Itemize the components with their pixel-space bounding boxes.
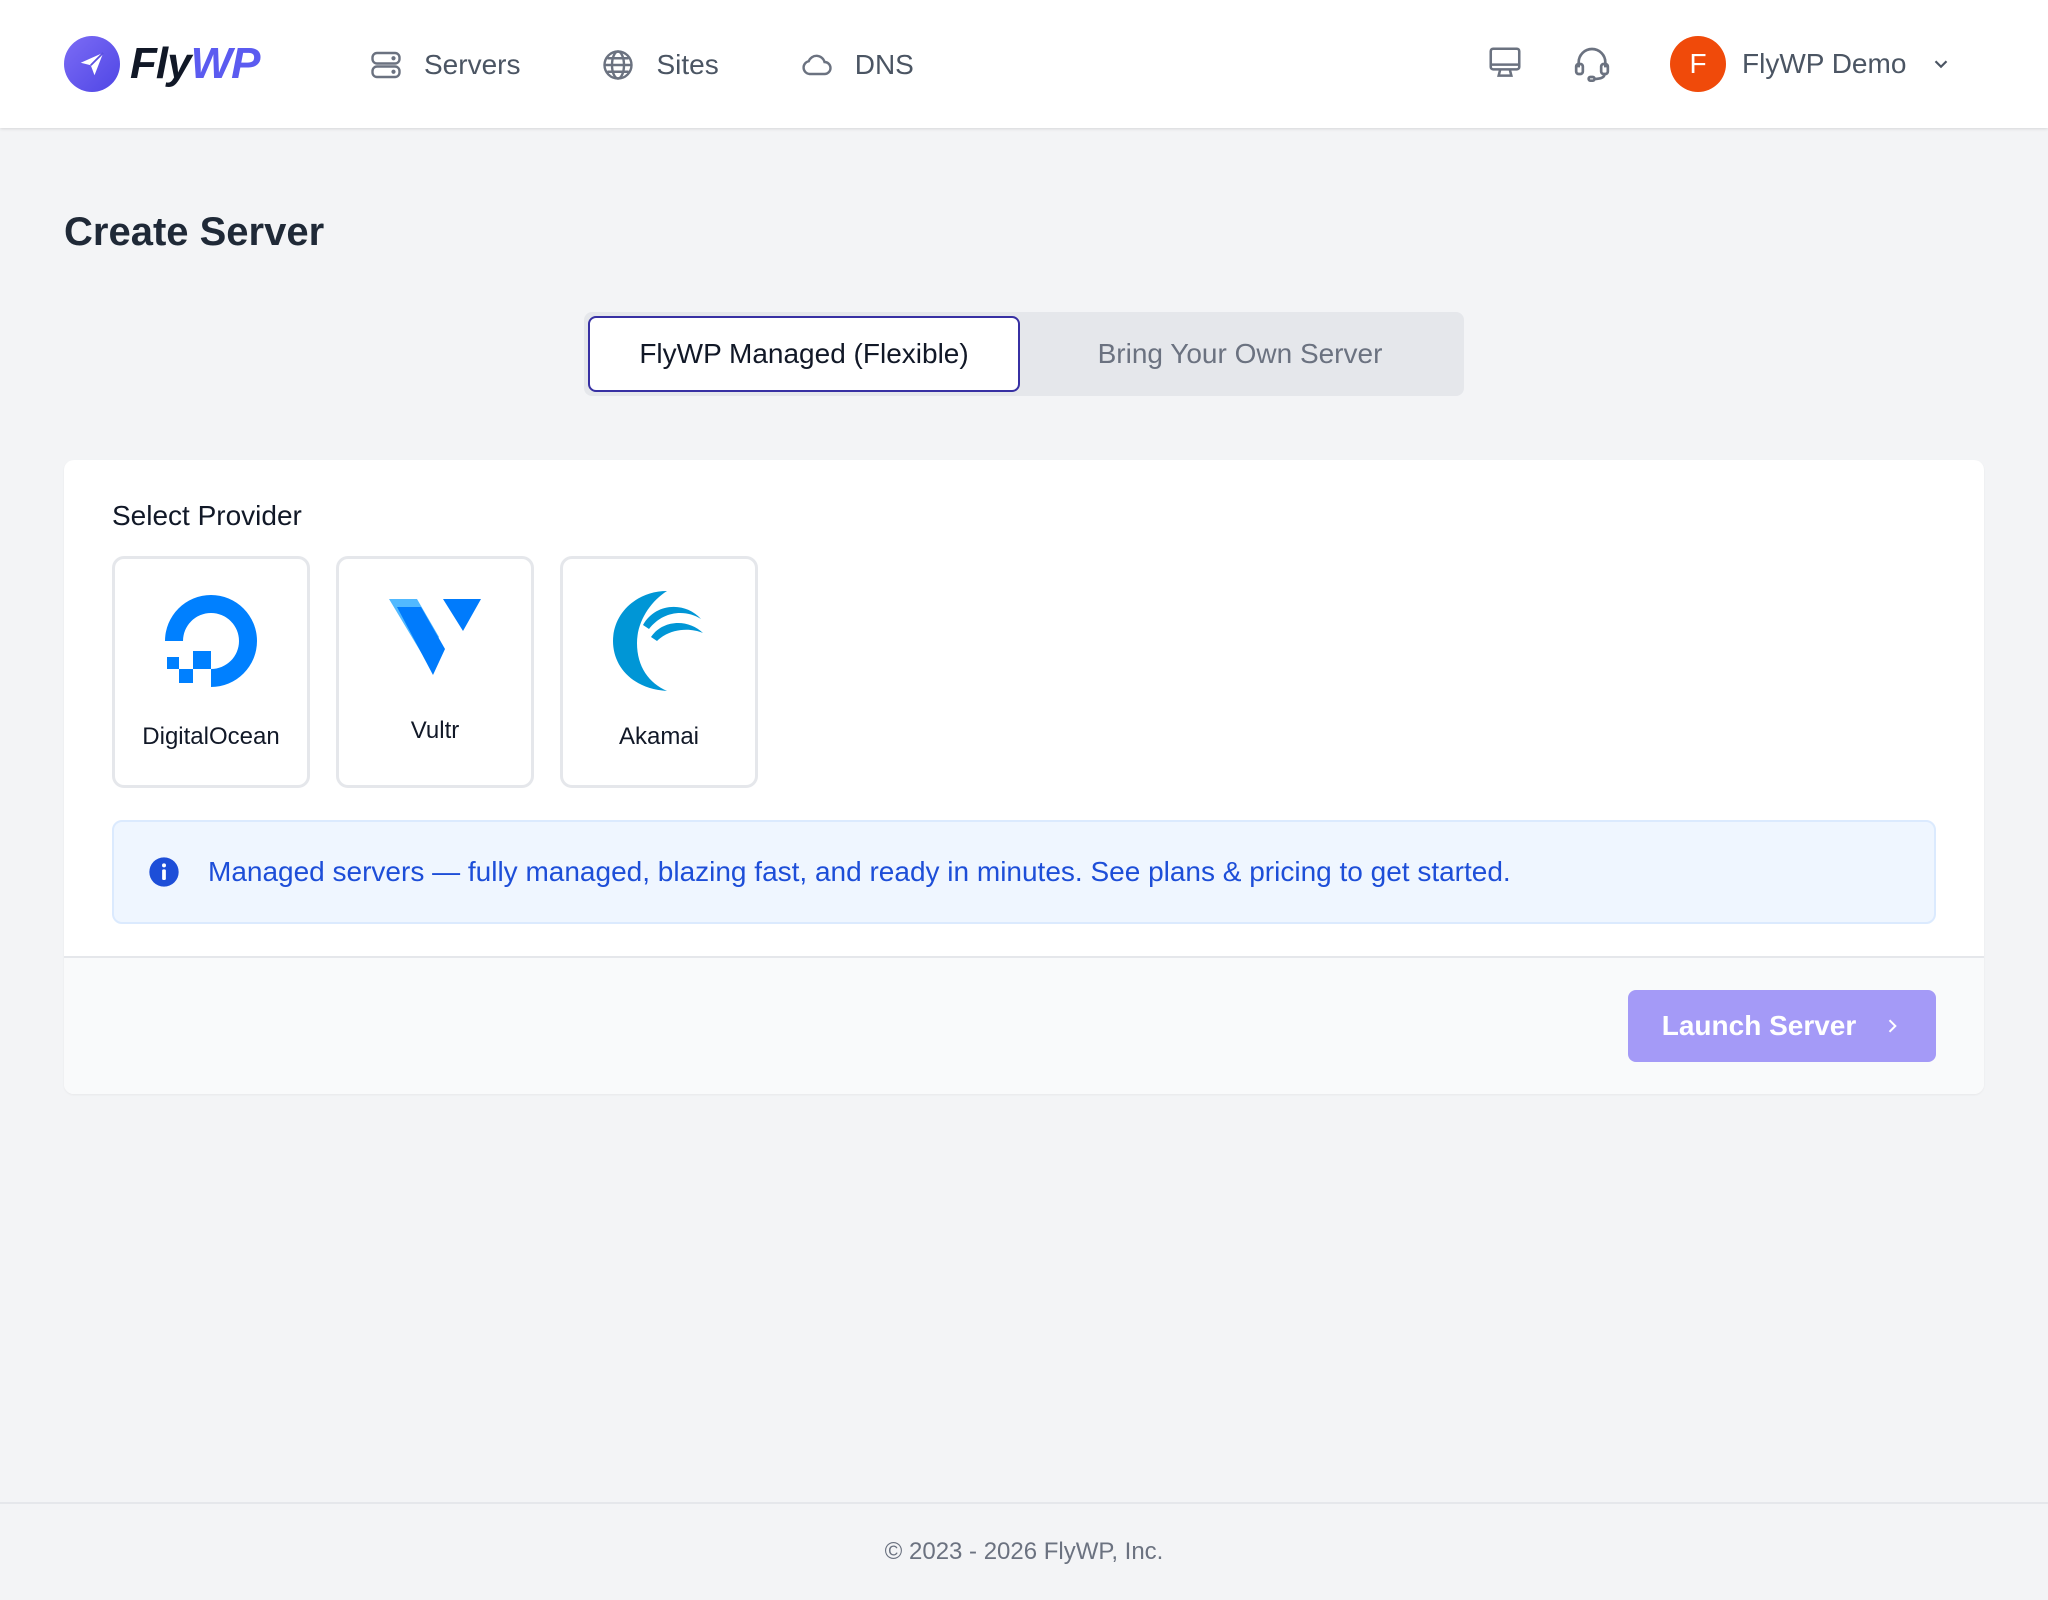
nav-label: Servers [424, 49, 521, 80]
avatar: F [1670, 36, 1726, 92]
provider-akamai[interactable]: Akamai [560, 556, 758, 788]
vultr-logo [339, 593, 531, 683]
nav-label: Sites [656, 49, 719, 80]
launch-server-button[interactable]: Launch Server [1628, 990, 1936, 1062]
launch-server-label: Launch Server [1661, 1010, 1857, 1041]
user-name: FlyWP Demo [1742, 48, 1907, 79]
provider-digitalocean[interactable]: DigitalOcean [112, 556, 310, 788]
chevron-right-icon [1889, 1019, 1898, 1033]
page-title: Create Server [64, 210, 325, 254]
tab-bring-your-own-server[interactable]: Bring Your Own Server [1020, 316, 1460, 392]
paper-plane-icon [64, 36, 120, 92]
provider-name: Vultr [410, 717, 460, 744]
create-server-card: Select Provider DigitalOcean Vultr Akama… [64, 460, 1984, 1094]
nav-item-servers[interactable]: Servers [368, 47, 520, 83]
tab-flywp-managed[interactable]: FlyWP Managed (Flexible) [588, 316, 1020, 392]
nav-label: DNS [854, 49, 914, 80]
card-footer: Launch Server [64, 956, 1984, 1094]
page-footer: © 2023 - 2026 FlyWP, Inc. [0, 1502, 2048, 1600]
select-provider-label: Select Provider [112, 500, 302, 531]
server-stack-icon [371, 51, 401, 79]
main-nav: Servers Sites DNS [368, 40, 994, 90]
info-circle-icon [149, 857, 179, 887]
copyright-text: © 2023 - 2026 FlyWP, Inc. [884, 1538, 1164, 1565]
provider-name: DigitalOcean [142, 723, 280, 750]
info-text: Managed servers — fully managed, blazing… [208, 856, 1511, 887]
chevron-down-icon [1935, 60, 1948, 69]
akamai-logo [563, 589, 755, 693]
flywp-logo[interactable]: FlyWP [64, 36, 260, 92]
nav-item-dns[interactable]: DNS [799, 47, 914, 83]
provider-name: Akamai [618, 723, 700, 750]
cloud-icon [802, 54, 832, 76]
globe-icon [603, 50, 634, 80]
nav-item-sites[interactable]: Sites [600, 47, 719, 83]
headset-support-icon[interactable] [1572, 44, 1612, 89]
monitor-icon[interactable] [1486, 44, 1524, 87]
logo-wordmark: FlyWP [130, 39, 260, 88]
managed-servers-info-banner: Managed servers — fully managed, blazing… [112, 820, 1936, 924]
user-menu[interactable]: F FlyWP Demo [1670, 36, 1952, 92]
digitalocean-logo [115, 593, 307, 689]
top-navigation-bar: FlyWP Servers Sites DNS F FlyWP Demo [0, 0, 2048, 128]
server-type-toggle: FlyWP Managed (Flexible) Bring Your Own … [584, 312, 1464, 396]
provider-vultr[interactable]: Vultr [336, 556, 534, 788]
